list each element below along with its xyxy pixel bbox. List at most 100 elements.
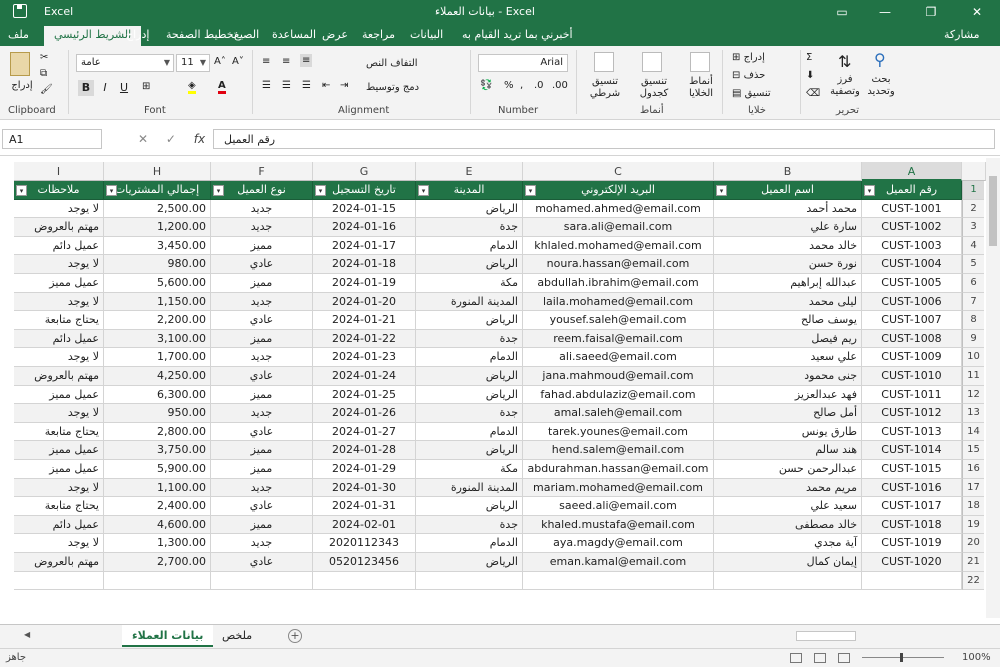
indent-icon[interactable]: ⇤ <box>322 80 330 91</box>
table-cell[interactable]: CUST-1010 <box>862 367 962 386</box>
table-cell[interactable]: 2024-01-27 <box>313 422 416 442</box>
table-cell[interactable]: CUST-1012 <box>862 404 962 423</box>
paste-icon[interactable] <box>10 52 30 76</box>
insert-function-icon[interactable]: fx <box>194 132 205 146</box>
table-cell[interactable]: جنى محمود <box>714 367 862 386</box>
font-name-select[interactable]: عامة ▼ <box>76 54 174 72</box>
table-cell[interactable]: reem.faisal@email.com <box>523 329 714 349</box>
table-cell[interactable] <box>523 571 714 591</box>
header-cell[interactable]: إجمالي المشتريات ▾ <box>104 181 211 200</box>
table-cell[interactable]: الرياض <box>416 255 523 274</box>
table-cell[interactable]: عميل مميز <box>14 441 104 460</box>
table-cell[interactable]: saeed.ali@email.com <box>523 497 714 516</box>
table-cell[interactable]: 2024-01-24 <box>313 367 416 386</box>
table-cell[interactable]: محمد أحمد <box>714 199 862 219</box>
row-header[interactable]: 7 <box>962 292 984 312</box>
table-cell[interactable]: 2024-01-16 <box>313 218 416 237</box>
table-cell[interactable]: CUST-1002 <box>862 218 962 237</box>
table-cell[interactable]: 2024-01-21 <box>313 311 416 330</box>
filter-dropdown-icon[interactable]: ▾ <box>418 185 429 196</box>
table-cell[interactable]: يوسف صالح <box>714 311 862 330</box>
fill-color-icon[interactable]: ◈ <box>188 80 196 94</box>
table-cell[interactable]: CUST-1011 <box>862 385 962 405</box>
normal-view-icon[interactable] <box>790 653 802 663</box>
table-cell[interactable]: جديد <box>211 534 313 553</box>
align-center-icon[interactable]: ☰ <box>282 80 291 91</box>
table-cell[interactable]: يحتاج متابعة <box>14 497 104 516</box>
table-cell[interactable]: مهتم بالعروض <box>14 218 104 237</box>
table-cell[interactable]: الرياض <box>416 311 523 330</box>
table-cell[interactable]: المدينة المنورة <box>416 292 523 312</box>
table-cell[interactable]: 2024-01-20 <box>313 292 416 312</box>
conditional-formatting-button[interactable]: تنسيق شرطي <box>584 76 626 100</box>
table-cell[interactable]: الرياض <box>416 441 523 460</box>
delete-cells-button[interactable]: ⊟ حذف <box>732 70 765 81</box>
table-cell[interactable]: tarek.younes@email.com <box>523 422 714 442</box>
table-cell[interactable]: مهتم بالعروض <box>14 367 104 386</box>
align-right-icon[interactable]: ☰ <box>302 80 311 91</box>
table-cell[interactable]: عادي <box>211 422 313 442</box>
table-cell[interactable]: جديد <box>211 478 313 498</box>
filter-dropdown-icon[interactable]: ▾ <box>106 185 117 196</box>
table-cell[interactable]: مكة <box>416 274 523 293</box>
table-cell[interactable]: CUST-1008 <box>862 329 962 349</box>
table-cell[interactable]: عادي <box>211 553 313 572</box>
sort-filter-button[interactable]: فرز وتصفية <box>830 74 860 98</box>
column-header-i[interactable]: I <box>14 162 104 181</box>
wrap-text-button[interactable]: التفاف النص <box>366 58 418 69</box>
table-cell[interactable]: إيمان كمال <box>714 553 862 572</box>
table-cell[interactable]: eman.kamal@email.com <box>523 553 714 572</box>
tab-insert[interactable]: إدراج <box>126 28 149 41</box>
filter-dropdown-icon[interactable]: ▾ <box>16 185 27 196</box>
tab-data[interactable]: البيانات <box>410 28 443 41</box>
comma-style-icon[interactable]: , <box>520 80 523 91</box>
table-cell[interactable]: sara.ali@email.com <box>523 218 714 237</box>
header-cell[interactable]: اسم العميل ▾ <box>714 181 862 200</box>
table-cell[interactable]: جديد <box>211 218 313 237</box>
row-header[interactable]: 3 <box>962 218 984 237</box>
table-cell[interactable]: عميل مميز <box>14 274 104 293</box>
table-cell[interactable]: المدينة المنورة <box>416 478 523 498</box>
table-cell[interactable]: jana.mahmoud@email.com <box>523 367 714 386</box>
header-cell[interactable]: ملاحظات ▾ <box>14 181 104 200</box>
table-cell[interactable]: مميز <box>211 329 313 349</box>
table-cell[interactable]: لا يوجد <box>14 292 104 312</box>
close-button[interactable]: ✕ <box>954 0 1000 24</box>
table-cell[interactable]: khaled.mustafa@email.com <box>523 515 714 535</box>
header-cell[interactable]: البريد الإلكتروني ▾ <box>523 181 714 200</box>
table-cell[interactable]: مميز <box>211 441 313 460</box>
table-cell[interactable]: noura.hassan@email.com <box>523 255 714 274</box>
row-header[interactable]: 15 <box>962 441 984 460</box>
add-sheet-button[interactable]: + <box>288 629 302 643</box>
header-cell[interactable]: رقم العميل ▾ <box>862 181 962 200</box>
table-cell[interactable]: سعيد علي <box>714 497 862 516</box>
table-cell[interactable]: جدة <box>416 404 523 423</box>
table-cell[interactable]: 4,600.00 <box>104 515 211 535</box>
table-cell[interactable] <box>862 571 962 591</box>
find-select-icon[interactable]: ⚲ <box>874 50 886 69</box>
underline-button[interactable]: U <box>116 80 132 96</box>
sheet-tab-customers[interactable]: بيانات العملاء <box>122 625 214 647</box>
table-cell[interactable]: 2020112343 <box>313 534 416 553</box>
table-cell[interactable]: 2024-01-23 <box>313 348 416 367</box>
table-cell[interactable]: أمل صالح <box>714 404 862 423</box>
table-cell[interactable]: جدة <box>416 218 523 237</box>
filter-dropdown-icon[interactable]: ▾ <box>525 185 536 196</box>
column-header-f[interactable]: F <box>211 162 313 181</box>
table-cell[interactable]: mariam.mohamed@email.com <box>523 478 714 498</box>
name-box[interactable]: A1 <box>2 129 102 149</box>
table-cell[interactable]: CUST-1017 <box>862 497 962 516</box>
font-size-select[interactable]: 11 ▼ <box>176 54 210 72</box>
table-cell[interactable]: نورة حسن <box>714 255 862 274</box>
tab-file[interactable]: ملف <box>8 28 29 41</box>
row-header[interactable]: 11 <box>962 367 984 386</box>
table-cell[interactable]: لا يوجد <box>14 255 104 274</box>
table-cell[interactable]: علي سعيد <box>714 348 862 367</box>
paste-button[interactable]: إدراج <box>8 80 36 92</box>
table-cell[interactable]: عميل مميز <box>14 385 104 405</box>
select-all-corner[interactable] <box>962 162 986 181</box>
table-cell[interactable]: yousef.saleh@email.com <box>523 311 714 330</box>
table-cell[interactable]: 2024-01-29 <box>313 460 416 479</box>
clear-icon[interactable]: ⌫ <box>806 88 820 99</box>
table-cell[interactable]: 5,900.00 <box>104 460 211 479</box>
